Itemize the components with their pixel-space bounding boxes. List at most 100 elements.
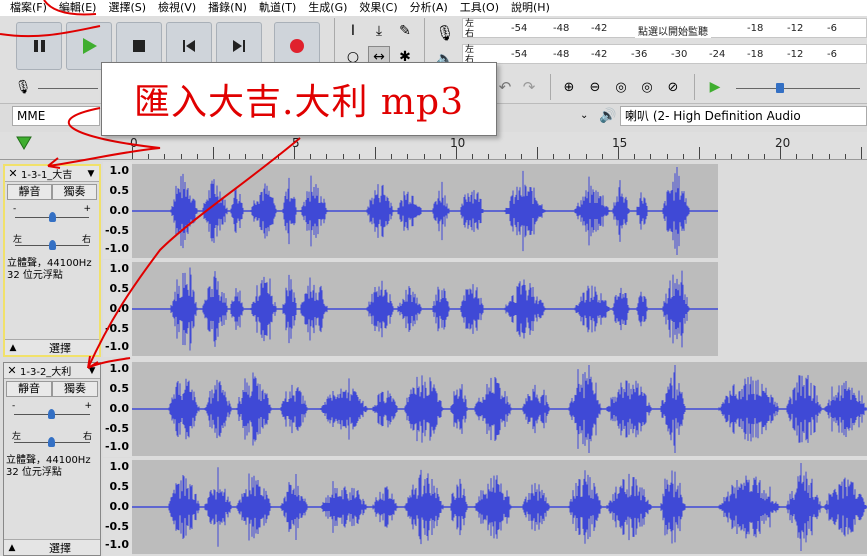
menu-tools[interactable]: 工具(O) bbox=[454, 0, 505, 16]
zoom-in-icon: ⊕ bbox=[563, 79, 575, 95]
track-1-waveform[interactable] bbox=[132, 162, 867, 357]
menu-tracks[interactable]: 軌道(T) bbox=[253, 0, 302, 16]
menu-select[interactable]: 選擇(S) bbox=[102, 0, 152, 16]
track-1-pan-slider[interactable]: 左 右 bbox=[5, 230, 99, 258]
track-1-select-button[interactable]: 選擇 bbox=[21, 340, 99, 356]
ruler-label: 20 bbox=[775, 136, 791, 150]
ruler-tick bbox=[569, 154, 571, 159]
ruler-tick bbox=[456, 147, 457, 159]
track-1-gain-slider[interactable]: - + bbox=[5, 202, 99, 230]
ruler-tick bbox=[407, 154, 409, 159]
record-meter[interactable]: 左 右 -54 -48 -42 點選以開始監聽 -18 -12 -6 bbox=[462, 18, 867, 39]
track-2-format: 立體聲，44100Hz 32 位元浮點 bbox=[6, 455, 91, 478]
ruler-tick bbox=[763, 154, 765, 159]
ruler-tick bbox=[553, 154, 555, 159]
ruler-tick bbox=[180, 154, 182, 159]
zoom-out-icon: ⊖ bbox=[589, 79, 601, 95]
playback-meter[interactable]: 左 右 -54 -48 -42 -36 -30 -24 -18 -12 -6 bbox=[462, 44, 867, 65]
track-2-solo-button[interactable]: 獨奏 bbox=[52, 381, 98, 397]
draw-tool[interactable]: ✎ bbox=[394, 20, 416, 42]
dropdown-arrow-icon[interactable]: ▼ bbox=[83, 169, 99, 179]
menu-analyze[interactable]: 分析(A) bbox=[404, 0, 454, 16]
redo-icon: ↷ bbox=[522, 78, 536, 96]
ruler-tick bbox=[358, 154, 360, 159]
ruler-tick bbox=[666, 154, 668, 159]
menu-view[interactable]: 檢視(V) bbox=[152, 0, 202, 16]
play-speed-slider[interactable] bbox=[736, 88, 860, 89]
timeline-options-icon[interactable] bbox=[16, 136, 32, 153]
track-1-solo-button[interactable]: 獨奏 bbox=[52, 184, 97, 200]
menu-bar: 檔案(F) 編輯(E) 選擇(S) 檢視(V) 播錄(N) 軌道(T) 生成(G… bbox=[0, 0, 867, 16]
track-1-left-scale: 1.0 0.5 0.0 -0.5 -1.0 bbox=[103, 162, 132, 259]
play-speed-knob[interactable] bbox=[776, 83, 784, 93]
track-1-mute-button[interactable]: 靜音 bbox=[7, 184, 52, 200]
record-icon bbox=[290, 39, 304, 53]
selection-tool[interactable]: I bbox=[342, 20, 364, 42]
fit-selection-button[interactable]: ◎ bbox=[610, 76, 632, 98]
close-icon[interactable]: ✕ bbox=[5, 167, 21, 180]
play-icon bbox=[83, 38, 97, 54]
menu-help[interactable]: 說明(H) bbox=[505, 0, 556, 16]
ruler-label: 10 bbox=[450, 136, 466, 150]
fit-project-button[interactable]: ◎ bbox=[636, 76, 658, 98]
pause-icon bbox=[34, 40, 45, 52]
ruler-tick bbox=[213, 147, 214, 159]
ruler-tick bbox=[196, 154, 198, 159]
menu-generate[interactable]: 生成(G) bbox=[302, 0, 353, 16]
stop-icon bbox=[133, 40, 145, 52]
track-2-select-button[interactable]: 選擇 bbox=[20, 540, 100, 556]
play-at-speed-button[interactable]: ▶ bbox=[704, 76, 726, 98]
close-icon[interactable]: ✕ bbox=[4, 364, 20, 377]
collapse-icon[interactable]: ▲ bbox=[4, 543, 20, 553]
undo-button[interactable]: ↶ bbox=[494, 76, 516, 98]
track-2-waveform[interactable] bbox=[132, 360, 867, 556]
ruler-tick bbox=[796, 154, 798, 159]
timeline-ruler[interactable]: 0 5 10 15 20 bbox=[0, 132, 867, 160]
ruler-tick bbox=[585, 154, 587, 159]
zoom-out-button[interactable]: ⊖ bbox=[584, 76, 606, 98]
menu-file[interactable]: 檔案(F) bbox=[4, 0, 53, 16]
track-1-name[interactable]: 1-3-1_大吉 bbox=[21, 166, 83, 181]
pause-button[interactable] bbox=[16, 22, 62, 70]
audio-host-select[interactable]: MME bbox=[12, 106, 100, 126]
track-1: ✕ 1-3-1_大吉 ▼ 靜音 獨奏 - + 左 右 立體聲，44100Hz 3… bbox=[0, 162, 867, 357]
ruler-tick bbox=[342, 154, 344, 159]
play-icon: ▶ bbox=[709, 79, 721, 95]
zoom-toggle-icon: ⊘ bbox=[667, 79, 679, 95]
zoom-toggle-button[interactable]: ⊘ bbox=[662, 76, 684, 98]
ruler-tick bbox=[520, 154, 522, 159]
track-2-name[interactable]: 1-3-2_大利 bbox=[20, 363, 84, 378]
record-volume-slider[interactable] bbox=[38, 88, 98, 89]
ruler-tick bbox=[294, 147, 295, 159]
skip-end-icon bbox=[233, 40, 245, 52]
zoom-in-button[interactable]: ⊕ bbox=[558, 76, 580, 98]
menu-edit[interactable]: 編輯(E) bbox=[53, 0, 103, 16]
ruler-tick bbox=[861, 147, 862, 159]
ruler-tick bbox=[148, 154, 150, 159]
envelope-icon: ⤓ bbox=[375, 23, 383, 39]
ruler-tick bbox=[634, 154, 636, 159]
track-2-left-scale: 1.0 0.5 0.0 -0.5 -1.0 bbox=[103, 360, 132, 457]
redo-button[interactable]: ↷ bbox=[518, 76, 540, 98]
ruler-tick bbox=[245, 154, 247, 159]
ibeam-icon: I bbox=[350, 23, 356, 39]
output-device-select[interactable]: 喇叭 (2- High Definition Audio bbox=[620, 106, 867, 126]
ruler-tick bbox=[261, 154, 263, 159]
envelope-tool[interactable]: ⤓ bbox=[368, 20, 390, 42]
audacity-window: 檔案(F) 編輯(E) 選擇(S) 檢視(V) 播錄(N) 軌道(T) 生成(G… bbox=[0, 0, 867, 556]
collapse-icon[interactable]: ▲ bbox=[5, 343, 21, 353]
menu-transport[interactable]: 播錄(N) bbox=[202, 0, 253, 16]
ruler-label: 15 bbox=[612, 136, 628, 150]
ruler-tick bbox=[812, 154, 814, 159]
ruler-tick bbox=[423, 154, 425, 159]
track-2: ✕ 1-3-2_大利 ▼ 靜音 獨奏 - + 左 右 立體聲，44100Hz 3… bbox=[0, 360, 867, 556]
record-meter-button[interactable]: 🎙 bbox=[434, 22, 456, 44]
track-2-gain-slider[interactable]: - + bbox=[4, 399, 100, 427]
track-2-control-panel[interactable]: ✕ 1-3-2_大利 ▼ 靜音 獨奏 - + 左 右 立體聲，44100Hz 3… bbox=[3, 362, 101, 556]
menu-effect[interactable]: 效果(C) bbox=[353, 0, 403, 16]
ruler-tick bbox=[747, 154, 749, 159]
track-1-control-panel[interactable]: ✕ 1-3-1_大吉 ▼ 靜音 獨奏 - + 左 右 立體聲，44100Hz 3… bbox=[3, 164, 101, 357]
track-2-mute-button[interactable]: 靜音 bbox=[6, 381, 52, 397]
dropdown-arrow-icon[interactable]: ▼ bbox=[84, 366, 100, 376]
track-2-pan-slider[interactable]: 左 右 bbox=[4, 427, 100, 455]
